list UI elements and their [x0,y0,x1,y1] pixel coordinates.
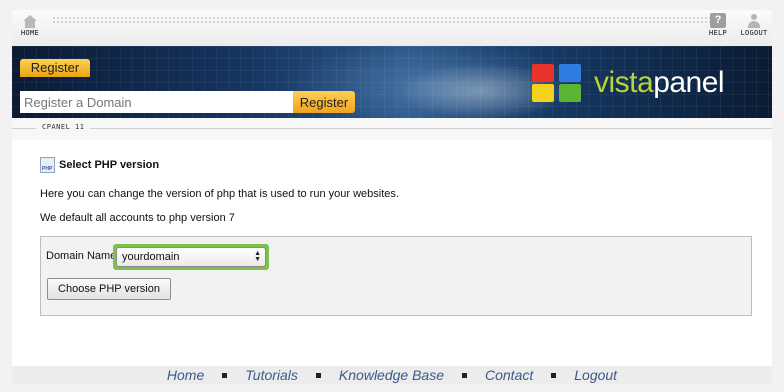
home-nav-button[interactable]: HOME [12,13,48,37]
footer-link-tutorials[interactable]: Tutorials [245,367,298,383]
domain-select-focus-ring: yourdomain ▲ ▼ [113,244,269,270]
description-line-2: We default all accounts to php version 7 [40,212,235,224]
page-title-text: Select PHP version [59,159,160,171]
footer-separator [315,372,321,378]
home-label: HOME [20,29,40,37]
domain-name-label: Domain Name [46,250,117,262]
footer-nav: Home Tutorials Knowledge Base Contact Lo… [12,366,772,384]
logout-label: LOGOUT [740,29,768,37]
domain-select[interactable]: yourdomain ▲ ▼ [116,247,266,267]
register-button[interactable]: Register [293,91,355,113]
logo-square-red [532,64,554,82]
top-bar: HOME ? HELP LOGOUT [12,10,772,46]
footer-link-logout[interactable]: Logout [574,367,617,383]
top-bar-pattern [52,16,716,24]
help-icon: ? [710,13,726,28]
footer-link-home[interactable]: Home [167,367,204,383]
logo-text: vistapanel [594,66,725,100]
help-nav-button[interactable]: ? HELP [700,13,736,37]
logo-text-vista: vista [594,66,654,99]
section-label: CPANEL 11 [36,123,91,131]
domain-select-value: yourdomain [122,251,180,263]
help-label: HELP [708,29,728,37]
footer-separator [551,372,557,378]
footer-link-contact[interactable]: Contact [485,367,533,383]
home-icon [23,15,37,28]
select-arrows-icon: ▲ ▼ [254,250,261,263]
choose-php-version-button[interactable]: Choose PHP version [47,278,171,300]
footer-separator [462,372,467,378]
php-icon-text: PHP [42,166,53,172]
header-banner: Register Register vistapanel [12,46,772,118]
logo-square-yellow [532,84,554,102]
footer-separator [222,372,228,378]
register-domain-input[interactable] [20,91,294,113]
section-divider [12,128,772,129]
page-title: PHP Select PHP version [40,157,159,173]
php-file-icon: PHP [40,157,55,173]
description-line-1: Here you can change the version of php t… [40,188,399,200]
logo-text-panel: panel [653,66,725,99]
logout-nav-button[interactable]: LOGOUT [736,13,772,37]
register-tab: Register [20,59,90,77]
logo-square-blue [559,64,581,82]
footer-link-knowledge-base[interactable]: Knowledge Base [339,367,444,383]
user-icon [746,13,762,28]
logo-square-green [559,84,581,102]
